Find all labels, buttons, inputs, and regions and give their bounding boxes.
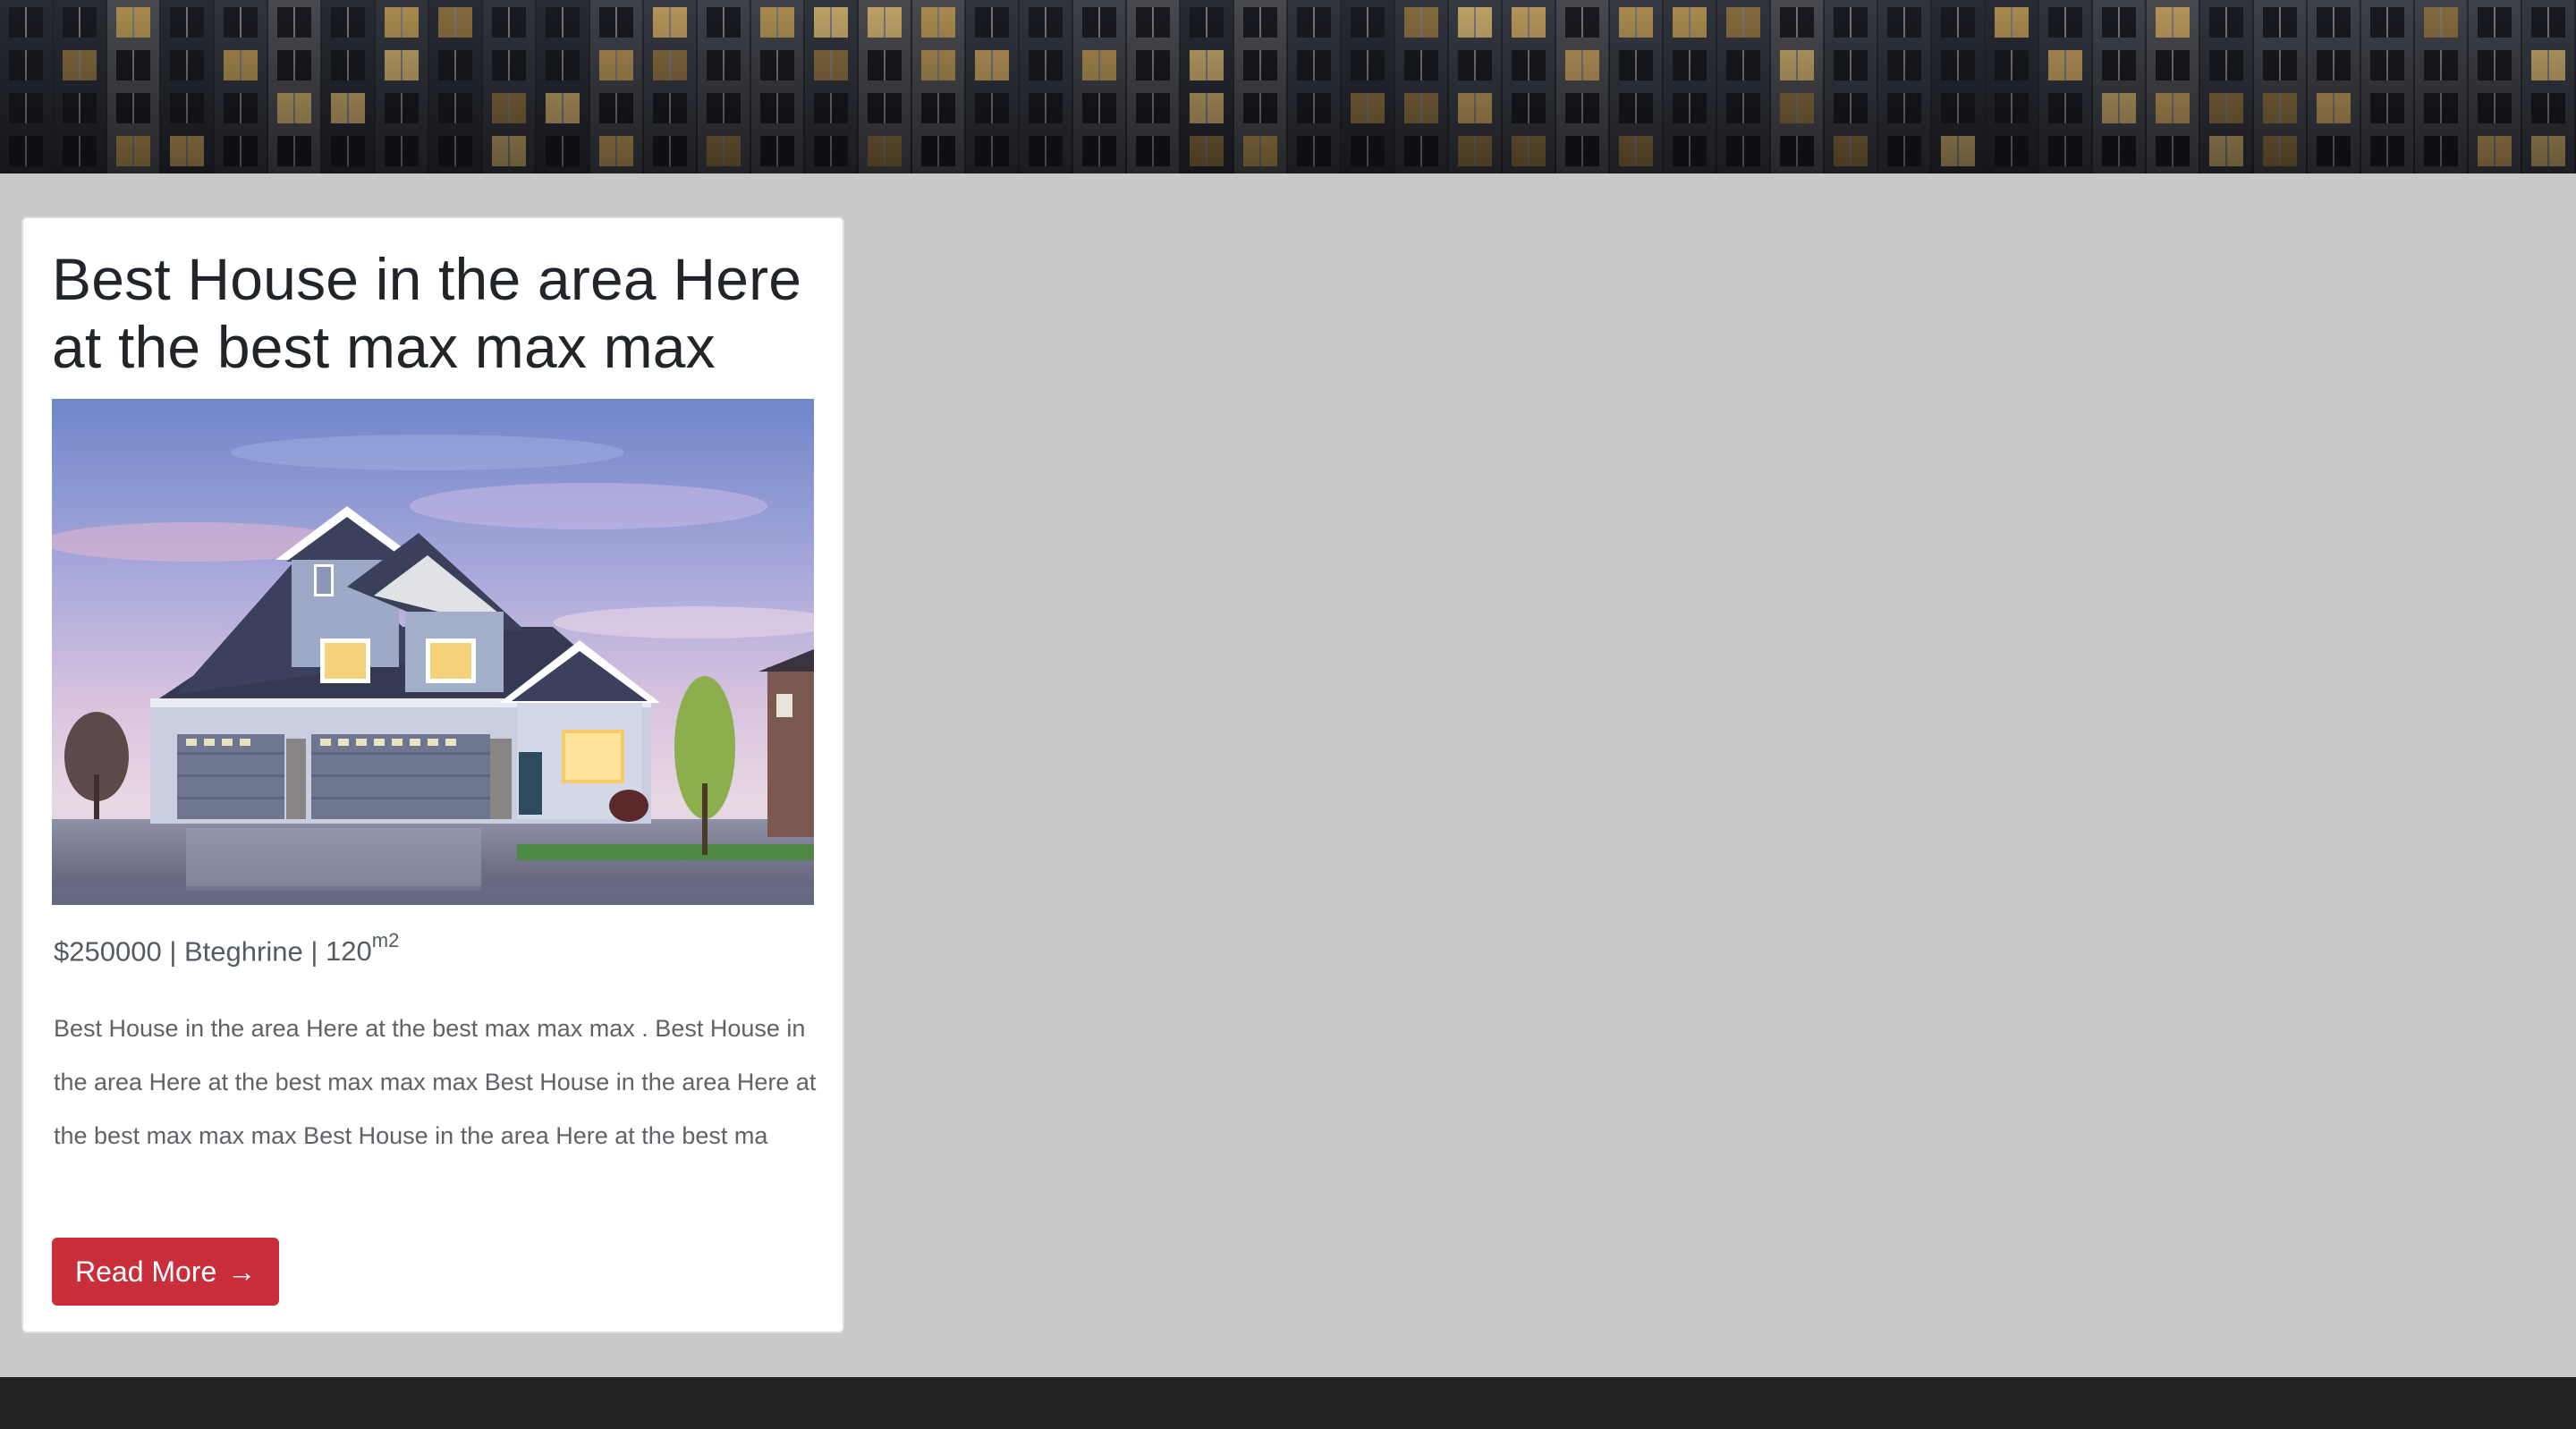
- meta-separator: |: [310, 935, 318, 968]
- meta-separator: |: [169, 935, 177, 968]
- listing-location: Bteghrine: [184, 935, 303, 968]
- listing-meta: $250000 | Bteghrine | 120m2: [54, 926, 399, 969]
- read-more-label: Read More: [75, 1256, 217, 1288]
- listing-price: $250000: [54, 935, 162, 968]
- house-photo: [52, 399, 814, 905]
- area-value: 120: [326, 935, 372, 968]
- hero-banner: [0, 0, 2576, 173]
- page-footer: [0, 1377, 2576, 1429]
- listing-area: 120m2: [326, 929, 399, 968]
- building-facade-image: [0, 0, 2576, 173]
- listing-title: Best House in the area Here at the best …: [52, 246, 802, 380]
- read-more-button[interactable]: Read More →: [52, 1238, 280, 1306]
- area-unit: m2: [371, 929, 400, 951]
- listing-card: Best House in the area Here at the best …: [21, 216, 844, 1333]
- arrow-right-icon: →: [227, 1256, 257, 1288]
- listing-description: Best House in the area Here at the best …: [54, 1015, 817, 1149]
